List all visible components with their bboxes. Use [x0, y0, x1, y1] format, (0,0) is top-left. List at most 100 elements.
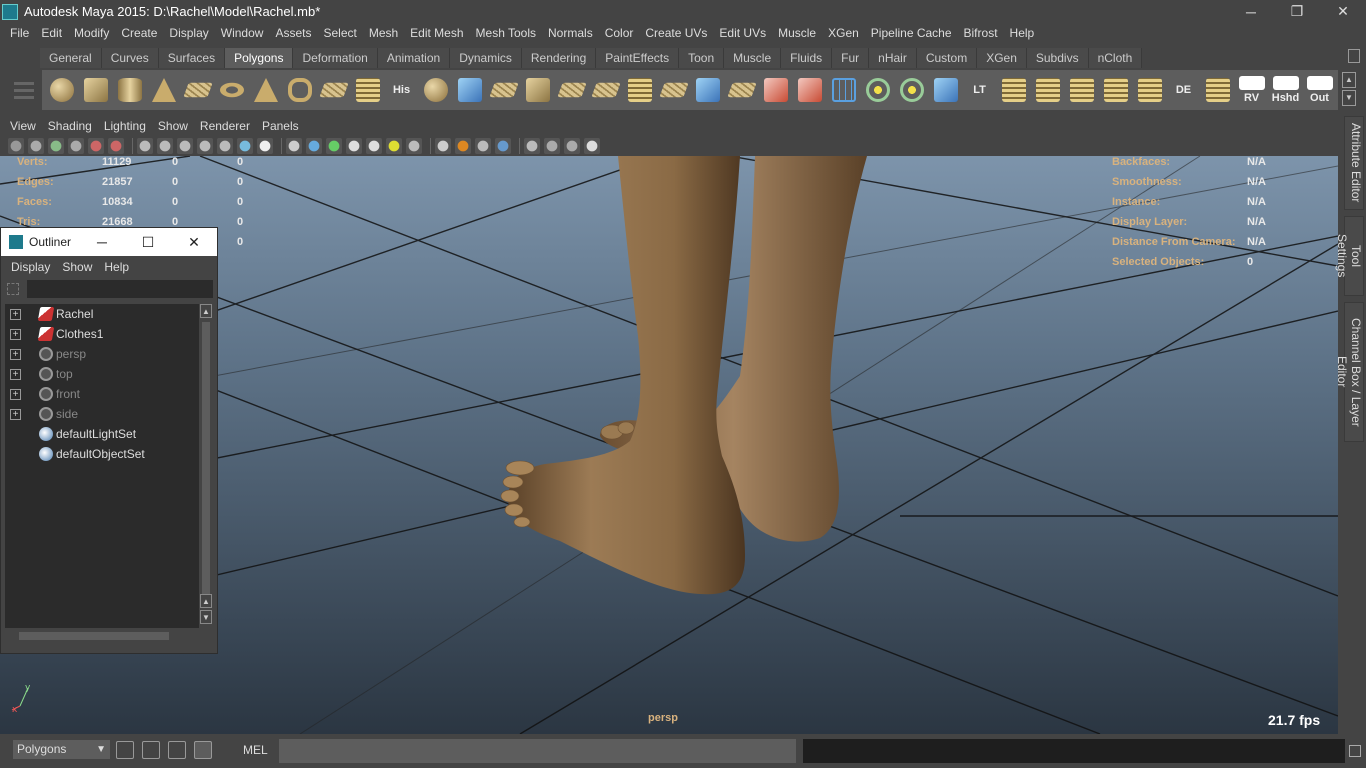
gate-mask-icon[interactable] [197, 138, 213, 154]
filter-icon[interactable] [7, 283, 19, 295]
shelf-tab-fluids[interactable]: Fluids [781, 48, 833, 68]
script-editor-button-icon[interactable] [1349, 745, 1361, 757]
menu-edit-uvs[interactable]: Edit UVs [713, 26, 772, 40]
close-button[interactable]: ✕ [1320, 0, 1366, 23]
shelf-tab-general[interactable]: General [40, 48, 102, 68]
outliner-menu-help[interactable]: Help [98, 260, 135, 274]
expand-plus-icon[interactable]: + [10, 408, 21, 420]
menu-file[interactable]: File [4, 26, 35, 40]
outliner-search-input[interactable] [27, 280, 213, 298]
soft-modify-button[interactable] [896, 74, 927, 106]
outliner-close-button[interactable]: ✕ [171, 228, 217, 256]
poly-pipe-button[interactable] [284, 74, 315, 106]
outliner-item-rachel[interactable]: + Rachel [5, 304, 199, 324]
motion-blur-icon[interactable] [455, 138, 471, 154]
mel-command-input[interactable] [279, 739, 796, 763]
poly-cube-button[interactable] [80, 74, 111, 106]
history-button[interactable]: His [386, 74, 417, 106]
outliner-horizontal-scrollbar[interactable] [5, 628, 199, 644]
tab-tool-settings[interactable]: Tool Settings [1335, 216, 1364, 296]
shelf-tab-polygons[interactable]: Polygons [225, 48, 294, 68]
scroll-up-arrow-icon[interactable]: ▲ [200, 304, 212, 318]
field-chart-icon[interactable] [217, 138, 233, 154]
combine-button[interactable] [420, 74, 451, 106]
quadrangulate-button[interactable] [692, 74, 723, 106]
hshd-button[interactable]: Hshd [1270, 74, 1301, 106]
create-polygon-tool-button[interactable] [318, 74, 349, 106]
outliner-toggle-icon[interactable] [194, 741, 212, 759]
smooth-shade-icon[interactable] [306, 138, 322, 154]
shelf-scroll[interactable]: ▲ ▼ [1342, 72, 1356, 108]
poly-torus-button[interactable] [216, 74, 247, 106]
grid-icon[interactable] [137, 138, 153, 154]
shelf-tab-nhair[interactable]: nHair [869, 48, 917, 68]
shelf-tab-ncloth[interactable]: nCloth [1088, 48, 1143, 68]
shelf-tab-surfaces[interactable]: Surfaces [158, 48, 226, 68]
outliner-item-persp[interactable]: + persp [5, 344, 199, 364]
xray-icon[interactable] [544, 138, 560, 154]
menu-xgen[interactable]: XGen [822, 26, 865, 40]
uv-layout-1-button[interactable] [998, 74, 1029, 106]
append-polygon-button[interactable] [352, 74, 383, 106]
shelf-tab-xgen[interactable]: XGen [977, 48, 1027, 68]
uv-layout-5-button[interactable] [1134, 74, 1165, 106]
outliner-title-bar[interactable]: Outliner ─ ☐ ✕ [1, 228, 217, 256]
menu-modify[interactable]: Modify [68, 26, 115, 40]
menu-normals[interactable]: Normals [542, 26, 599, 40]
transform-button[interactable] [930, 74, 961, 106]
extract-button[interactable] [488, 74, 519, 106]
menu-muscle[interactable]: Muscle [772, 26, 822, 40]
panel-menu-panels[interactable]: Panels [256, 119, 305, 133]
menu-window[interactable]: Window [215, 26, 270, 40]
trash-icon[interactable] [1348, 49, 1360, 63]
expand-plus-icon[interactable]: + [10, 328, 21, 340]
mirror-button[interactable] [590, 74, 621, 106]
outliner-item-side[interactable]: + side [5, 404, 199, 424]
outliner-minimize-button[interactable]: ─ [79, 228, 125, 256]
checker-icon[interactable] [366, 138, 382, 154]
shelf-tab-dynamics[interactable]: Dynamics [450, 48, 522, 68]
menu-mesh-tools[interactable]: Mesh Tools [470, 26, 542, 40]
shelf-tab-subdivs[interactable]: Subdivs [1026, 48, 1089, 68]
tab-channel-box[interactable]: Channel Box / Layer Editor [1335, 302, 1364, 442]
panel-menu-renderer[interactable]: Renderer [194, 119, 256, 133]
menu-set-dropdown[interactable]: Polygons ▼ [13, 740, 110, 759]
film-gate-icon[interactable] [157, 138, 173, 154]
menu-bifrost[interactable]: Bifrost [958, 26, 1004, 40]
outliner-menu-display[interactable]: Display [5, 260, 56, 274]
shelf-tab-animation[interactable]: Animation [377, 48, 451, 68]
menu-edit-mesh[interactable]: Edit Mesh [404, 26, 469, 40]
separate-button[interactable] [454, 74, 485, 106]
shelf-tab-fur[interactable]: Fur [832, 48, 870, 68]
menu-mesh[interactable]: Mesh [363, 26, 404, 40]
outliner-item-defaultlightset[interactable]: defaultLightSet [5, 424, 199, 444]
anti-aliasing-icon[interactable] [475, 138, 491, 154]
hypergraph-icon[interactable] [168, 741, 186, 759]
menu-display[interactable]: Display [163, 26, 214, 40]
restore-button[interactable]: ❐ [1274, 0, 1320, 23]
menu-pipeline-cache[interactable]: Pipeline Cache [865, 26, 958, 40]
screen-space-ao-icon[interactable] [435, 138, 451, 154]
outliner-menu-show[interactable]: Show [56, 260, 98, 274]
safe-action-icon[interactable] [237, 138, 253, 154]
uv-layout-4-button[interactable] [1100, 74, 1131, 106]
boolean-button[interactable] [760, 74, 791, 106]
menu-help[interactable]: Help [1004, 26, 1041, 40]
outliner-vertical-scrollbar[interactable]: ▲ ▲ ▼ [199, 304, 213, 628]
expand-plus-icon[interactable]: + [10, 388, 21, 400]
resolution-gate-icon[interactable] [177, 138, 193, 154]
soft-select-button[interactable] [862, 74, 893, 106]
outliner-item-top[interactable]: + top [5, 364, 199, 384]
use-all-lights-icon[interactable] [386, 138, 402, 154]
poly-plane-button[interactable] [182, 74, 213, 106]
panel-menu-shading[interactable]: Shading [42, 119, 98, 133]
wireframe-on-shaded-icon[interactable] [326, 138, 342, 154]
panel-menu-view[interactable]: View [4, 119, 42, 133]
reduce-button[interactable] [556, 74, 587, 106]
outliner-item-defaultobjectset[interactable]: defaultObjectSet [5, 444, 199, 464]
poly-sphere-button[interactable] [46, 74, 77, 106]
shelf-tab-toon[interactable]: Toon [679, 48, 725, 68]
outliner-item-front[interactable]: + front [5, 384, 199, 404]
expand-plus-icon[interactable]: + [10, 308, 21, 320]
uv-layout-3-button[interactable] [1066, 74, 1097, 106]
